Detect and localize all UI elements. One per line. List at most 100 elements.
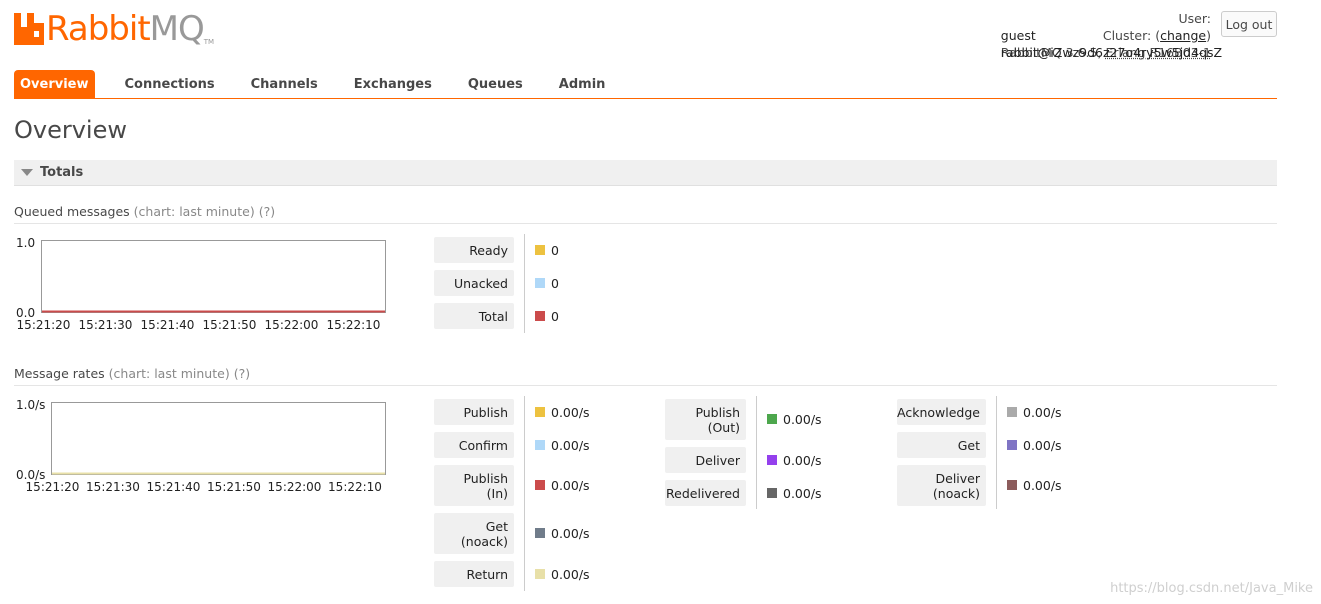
value-return: 0.00/s bbox=[535, 566, 590, 582]
tab-admin[interactable]: Admin bbox=[541, 70, 624, 98]
legend-publish: Publish bbox=[434, 399, 514, 425]
rates-x-tick-label: 15:21:50 bbox=[207, 480, 261, 494]
rates-col1-divider bbox=[524, 396, 525, 591]
redelivered-rate: 0.00/s bbox=[783, 485, 822, 501]
tab-exchanges[interactable]: Exchanges bbox=[336, 70, 450, 98]
value-unacked: 0 bbox=[535, 275, 559, 291]
ready-count: 0 bbox=[551, 242, 559, 258]
legend-confirm: Confirm bbox=[434, 432, 514, 458]
queued-messages-heading: Queued messages (chart: last minute) (?) bbox=[14, 204, 1277, 224]
tab-connections[interactable]: Connections bbox=[107, 70, 233, 98]
value-ready: 0 bbox=[535, 242, 559, 258]
tab-overview[interactable]: Overview bbox=[14, 70, 95, 98]
queued-x-tick-label: 15:22:00 bbox=[265, 318, 319, 332]
unacked-swatch bbox=[535, 278, 545, 288]
deliver-noack-swatch bbox=[1007, 480, 1017, 490]
confirm-swatch bbox=[535, 440, 545, 450]
unacked-count: 0 bbox=[551, 275, 559, 291]
logo-text-mq: MQ bbox=[149, 9, 205, 49]
value-publish: 0.00/s bbox=[535, 404, 590, 420]
legend-publish-out: Publish (Out) bbox=[665, 399, 746, 440]
rates-x-tick-label: 15:21:30 bbox=[86, 480, 140, 494]
message-rates-heading: Message rates (chart: last minute) (?) bbox=[14, 366, 1277, 386]
value-publish-in: 0.00/s bbox=[535, 477, 590, 493]
queued-x-tick-label: 15:21:30 bbox=[79, 318, 133, 332]
value-get: 0.00/s bbox=[1007, 437, 1062, 453]
rates-x-tick-label: 15:21:20 bbox=[26, 480, 80, 494]
redelivered-swatch bbox=[767, 488, 777, 498]
page-title: Overview bbox=[14, 116, 127, 144]
rates-col3-divider bbox=[996, 396, 997, 509]
user-line: User: guest bbox=[1001, 10, 1211, 43]
totals-label: Totals bbox=[40, 165, 84, 180]
message-rates-title: Message rates bbox=[14, 366, 105, 381]
user-name: guest bbox=[1000, 28, 1036, 43]
queued-messages-chart: 1.0 0.0 15:21:20 15:21:30 15:21:40 15:21:50… bbox=[14, 234, 394, 334]
total-count: 0 bbox=[551, 308, 559, 324]
queued-chart-note: (chart: last minute) bbox=[133, 204, 255, 219]
queued-messages-title: Queued messages bbox=[14, 204, 130, 219]
rates-plot-area bbox=[51, 402, 386, 475]
rates-x-tick-label: 15:22:00 bbox=[268, 480, 322, 494]
value-confirm: 0.00/s bbox=[535, 437, 590, 453]
legend-acknowledge: Acknowledge bbox=[897, 399, 986, 425]
return-swatch bbox=[535, 569, 545, 579]
tab-channels[interactable]: Channels bbox=[233, 70, 336, 98]
legend-deliver-noack: Deliver (noack) bbox=[897, 465, 986, 506]
publish-rate: 0.00/s bbox=[551, 404, 590, 420]
value-publish-out: 0.00/s bbox=[767, 412, 822, 427]
rates-help-link[interactable]: (?) bbox=[234, 366, 250, 381]
logo-trademark: TM bbox=[203, 38, 215, 46]
legend-deliver: Deliver bbox=[665, 447, 746, 473]
total-swatch bbox=[535, 311, 545, 321]
logout-button[interactable]: Log out bbox=[1221, 11, 1277, 37]
change-cluster-link[interactable]: change bbox=[1160, 28, 1206, 43]
rabbitmq-logo[interactable]: Rabbit MQ TM bbox=[14, 10, 214, 50]
legend-return: Return bbox=[434, 561, 514, 587]
return-rate: 0.00/s bbox=[551, 566, 590, 582]
logo-text-rabbit: Rabbit bbox=[46, 9, 151, 49]
rates-chart-note: (chart: last minute) bbox=[108, 366, 230, 381]
totals-section-toggle[interactable]: Totals bbox=[14, 160, 1277, 186]
user-label: User: bbox=[1178, 11, 1211, 26]
queued-y-top: 1.0 bbox=[16, 236, 35, 250]
get-swatch bbox=[1007, 440, 1017, 450]
watermark: https://blog.csdn.net/Java_Mike bbox=[1110, 581, 1313, 596]
value-deliver-noack: 0.00/s bbox=[1007, 477, 1062, 493]
value-get-noack: 0.00/s bbox=[535, 525, 590, 541]
queued-legend-divider bbox=[524, 234, 525, 333]
get-noack-rate: 0.00/s bbox=[551, 525, 590, 541]
deliver-swatch bbox=[767, 455, 777, 465]
rates-x-tick-label: 15:22:10 bbox=[328, 480, 382, 494]
main-nav-tabs: Overview Connections Channels Exchanges … bbox=[14, 70, 1277, 99]
acknowledge-rate: 0.00/s bbox=[1023, 404, 1062, 420]
confirm-rate: 0.00/s bbox=[551, 437, 590, 453]
get-rate: 0.00/s bbox=[1023, 437, 1062, 453]
rabbitmq-logo-icon bbox=[14, 13, 44, 45]
publish-in-swatch bbox=[535, 480, 545, 490]
tab-queues[interactable]: Queues bbox=[450, 70, 541, 98]
legend-get: Get bbox=[897, 432, 986, 458]
rates-col2-divider bbox=[756, 396, 757, 509]
queued-x-tick-label: 15:21:40 bbox=[141, 318, 195, 332]
cluster-label: Cluster: bbox=[1102, 28, 1152, 43]
legend-redelivered: Redelivered bbox=[665, 480, 746, 506]
queued-x-tick-label: 15:21:20 bbox=[17, 318, 71, 332]
get-noack-swatch bbox=[535, 528, 545, 538]
queued-help-link[interactable]: (?) bbox=[259, 204, 275, 219]
deliver-noack-rate: 0.00/s bbox=[1023, 477, 1062, 493]
queued-plot-area bbox=[41, 240, 386, 313]
value-acknowledge: 0.00/s bbox=[1007, 404, 1062, 420]
publish-out-swatch bbox=[767, 414, 777, 424]
rates-y-top: 1.0/s bbox=[16, 398, 45, 412]
legend-total: Total bbox=[434, 303, 514, 329]
legend-get-noack: Get (noack) bbox=[434, 513, 514, 554]
queued-x-tick-label: 15:21:50 bbox=[203, 318, 257, 332]
publish-in-rate: 0.00/s bbox=[551, 477, 590, 493]
cluster-name: rabbit@iZwz9d6z27o4ry5w5jd4qsZ bbox=[1000, 45, 1223, 60]
deliver-rate: 0.00/s bbox=[783, 452, 822, 468]
legend-publish-in: Publish (In) bbox=[434, 465, 514, 506]
legend-ready: Ready bbox=[434, 237, 514, 263]
rates-x-tick-label: 15:21:40 bbox=[147, 480, 201, 494]
acknowledge-swatch bbox=[1007, 407, 1017, 417]
